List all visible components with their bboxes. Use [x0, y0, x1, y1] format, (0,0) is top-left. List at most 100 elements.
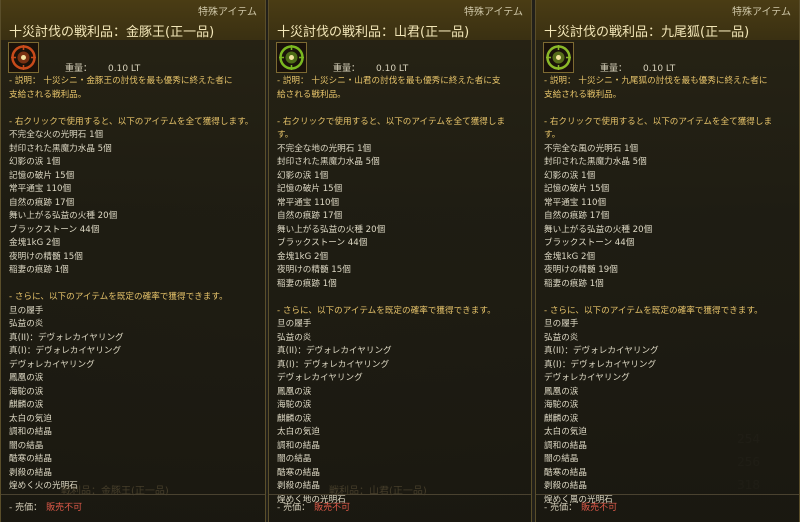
- nine-tailed-fox-icon: [543, 42, 574, 73]
- description-line: 舞い上がる弘益の火種 20個: [277, 224, 386, 235]
- description-line: 酷寒の結晶: [9, 454, 52, 464]
- item-description: - 説明： 十災シニ・山君の討伐を最も優秀に終えた者に支 給される戦利品。 - 右ク…: [277, 75, 527, 507]
- description-line: 旦の履手: [277, 319, 312, 329]
- item-title: 十災討伐の戦利品：山君(正一品): [277, 25, 470, 40]
- description-line: 常平通宝 110個: [9, 184, 72, 194]
- description-line: 金塊1kG 2個: [544, 251, 596, 262]
- description-line: 封印された黒魔力水晶 5個: [9, 143, 112, 154]
- item-category-tag: 特殊アイテム: [198, 7, 257, 18]
- description-line: 幻影の涙 1個: [544, 170, 596, 181]
- description-line: 鳳凰の涙: [277, 386, 312, 397]
- description-line: - さらに、以下のアイテムを既定の確率で獲得できます。: [544, 305, 763, 316]
- description-line: 封印された黒魔力水晶 5個: [277, 157, 380, 167]
- description-line: 太白の気迫: [544, 427, 587, 437]
- item-category-tag: 特殊アイテム: [464, 7, 523, 18]
- description-line: 真(I)：デヴォレカイヤリング: [277, 359, 390, 370]
- item-tooltip: 特殊アイテム 十災討伐の戦利品：山君(正一品) 重量： 0.10 LT - 説明： 十災…: [268, 0, 532, 522]
- description-line: 真(II)：デヴォレカイヤリング: [9, 332, 124, 343]
- description-line: - さらに、以下のアイテムを既定の確率で獲得できます。: [9, 292, 228, 302]
- description-line: 稲妻の痕跡 1個: [277, 278, 337, 289]
- description-line: 真(II)：デヴォレカイヤリング: [277, 346, 392, 356]
- footer-divider: [1, 494, 265, 495]
- sale-label: - 売価：: [544, 503, 578, 513]
- description-line: 真(I)：デヴォレカイヤリング: [9, 346, 122, 356]
- weight-value: 0.10 LT: [643, 64, 676, 74]
- sale-value: 販売不可: [46, 503, 83, 513]
- description-line: 記憶の破片 15個: [9, 170, 75, 181]
- description-line: 鳳凰の涙: [9, 373, 44, 383]
- description-line: 真(II)：デヴォレカイヤリング: [544, 346, 659, 356]
- sale-value: 販売不可: [314, 503, 351, 513]
- description-line: 金塊1kG 2個: [277, 251, 329, 262]
- description-line: 剥殺の結晶: [544, 481, 587, 491]
- description-line: 不完全な風の光明石 1個: [544, 143, 639, 154]
- footer-divider: [269, 494, 531, 495]
- item-category-tag: 特殊アイテム: [732, 7, 791, 18]
- description-line: 不完全な火の光明石 1個: [9, 130, 104, 140]
- description-line: 自然の痕跡 17個: [277, 211, 343, 221]
- item-title: 十災討伐の戦利品：金豚王(正一品): [9, 25, 215, 40]
- sale-value: 販売不可: [581, 503, 618, 513]
- description-line: 記憶の破片 15個: [277, 184, 343, 194]
- description-line: 自然の痕跡 17個: [544, 211, 610, 221]
- description-line: 幻影の涙 1個: [277, 170, 329, 181]
- item-weight: 重量： 0.10 LT: [65, 61, 140, 74]
- description-line: 稲妻の痕跡 1個: [9, 265, 69, 275]
- sale-price: - 売価： 販売不可: [277, 500, 350, 513]
- description-line: 舞い上がる弘益の火種 20個: [544, 224, 653, 235]
- description-line: 麒麟の涙: [277, 413, 312, 424]
- description-line: - 説明： 十災シニ・金豚王の討伐を最も優秀に終えた者に: [9, 76, 233, 86]
- description-line: デヴォレカイヤリング: [544, 373, 630, 383]
- footer-divider: [536, 494, 799, 495]
- description-line: 夜明けの精髄 15個: [9, 251, 83, 262]
- description-line: 調和の結晶: [9, 427, 52, 437]
- description-line: 夜明けの精髄 15個: [277, 265, 351, 275]
- weight-label: 重量：: [600, 64, 628, 74]
- description-line: 給される戦利品。: [277, 89, 346, 100]
- description-line: す。: [277, 130, 294, 140]
- description-line: - 説明： 十災シニ・九尾狐の討伐を最も優秀に終えた者に: [544, 76, 768, 86]
- description-line: - さらに、以下のアイテムを既定の確率で獲得できます。: [277, 305, 496, 316]
- description-line: 剥殺の結晶: [9, 467, 52, 478]
- sale-price: - 売価： 販売不可: [544, 500, 617, 513]
- description-line: 闇の結晶: [277, 454, 312, 464]
- description-line: ブラックストーン 44個: [544, 238, 635, 248]
- description-line: 太白の気迫: [277, 427, 320, 437]
- description-line: 調和の結晶: [277, 440, 320, 451]
- description-line: 弘益の炎: [277, 332, 312, 343]
- description-line: 自然の痕跡 17個: [9, 197, 75, 208]
- description-line: 不完全な地の光明石 1個: [277, 143, 372, 154]
- description-line: デヴォレカイヤリング: [9, 359, 95, 370]
- item-weight: 重量： 0.10 LT: [600, 61, 675, 74]
- description-line: 酷寒の結晶: [277, 467, 320, 478]
- boar-king-icon: [8, 42, 39, 73]
- description-line: 海駝の涙: [277, 400, 312, 410]
- weight-value: 0.10 LT: [376, 64, 409, 74]
- description-line: 海駝の涙: [9, 386, 44, 397]
- sale-label: - 売価：: [277, 503, 311, 513]
- description-line: 常平通宝 110個: [277, 197, 340, 208]
- sale-label: - 売価：: [9, 503, 43, 513]
- description-line: 太白の気迫: [9, 413, 52, 424]
- description-line: - 説明： 十災シニ・山君の討伐を最も優秀に終えた者に支: [277, 76, 501, 86]
- description-line: 支給される戦利品。: [9, 89, 87, 100]
- item-tooltip: 特殊アイテム十災討伐の戦利品：金豚王(正一品) 重量： 0.10 LT - 説明： 十…: [0, 0, 266, 522]
- item-description: - 説明： 十災シニ・九尾狐の討伐を最も優秀に終えた者に 支給される戦利品。 - 右…: [544, 75, 795, 507]
- description-line: - 右クリックで使用すると、以下のアイテムを全て獲得しま: [277, 116, 506, 127]
- description-line: 海駝の涙: [544, 400, 579, 410]
- description-line: デヴォレカイヤリング: [277, 373, 363, 383]
- description-line: 稲妻の痕跡 1個: [544, 278, 604, 289]
- weight-value: 0.10 LT: [108, 64, 141, 74]
- description-line: 夜明けの精髄 19個: [544, 265, 618, 275]
- item-tooltip: 特殊アイテム 十災討伐の戦利品：九尾狐(正一品) 重量： 0.10 LT - 説明： 十…: [535, 0, 800, 522]
- description-line: 酷寒の結晶: [544, 467, 587, 478]
- description-line: 麒麟の涙: [9, 400, 44, 410]
- description-line: 闇の結晶: [544, 454, 579, 464]
- description-line: 弘益の炎: [544, 332, 579, 343]
- item-title: 十災討伐の戦利品：九尾狐(正一品): [544, 25, 750, 40]
- description-line: - 右クリックで使用すると、以下のアイテムを全て獲得しま: [544, 116, 773, 127]
